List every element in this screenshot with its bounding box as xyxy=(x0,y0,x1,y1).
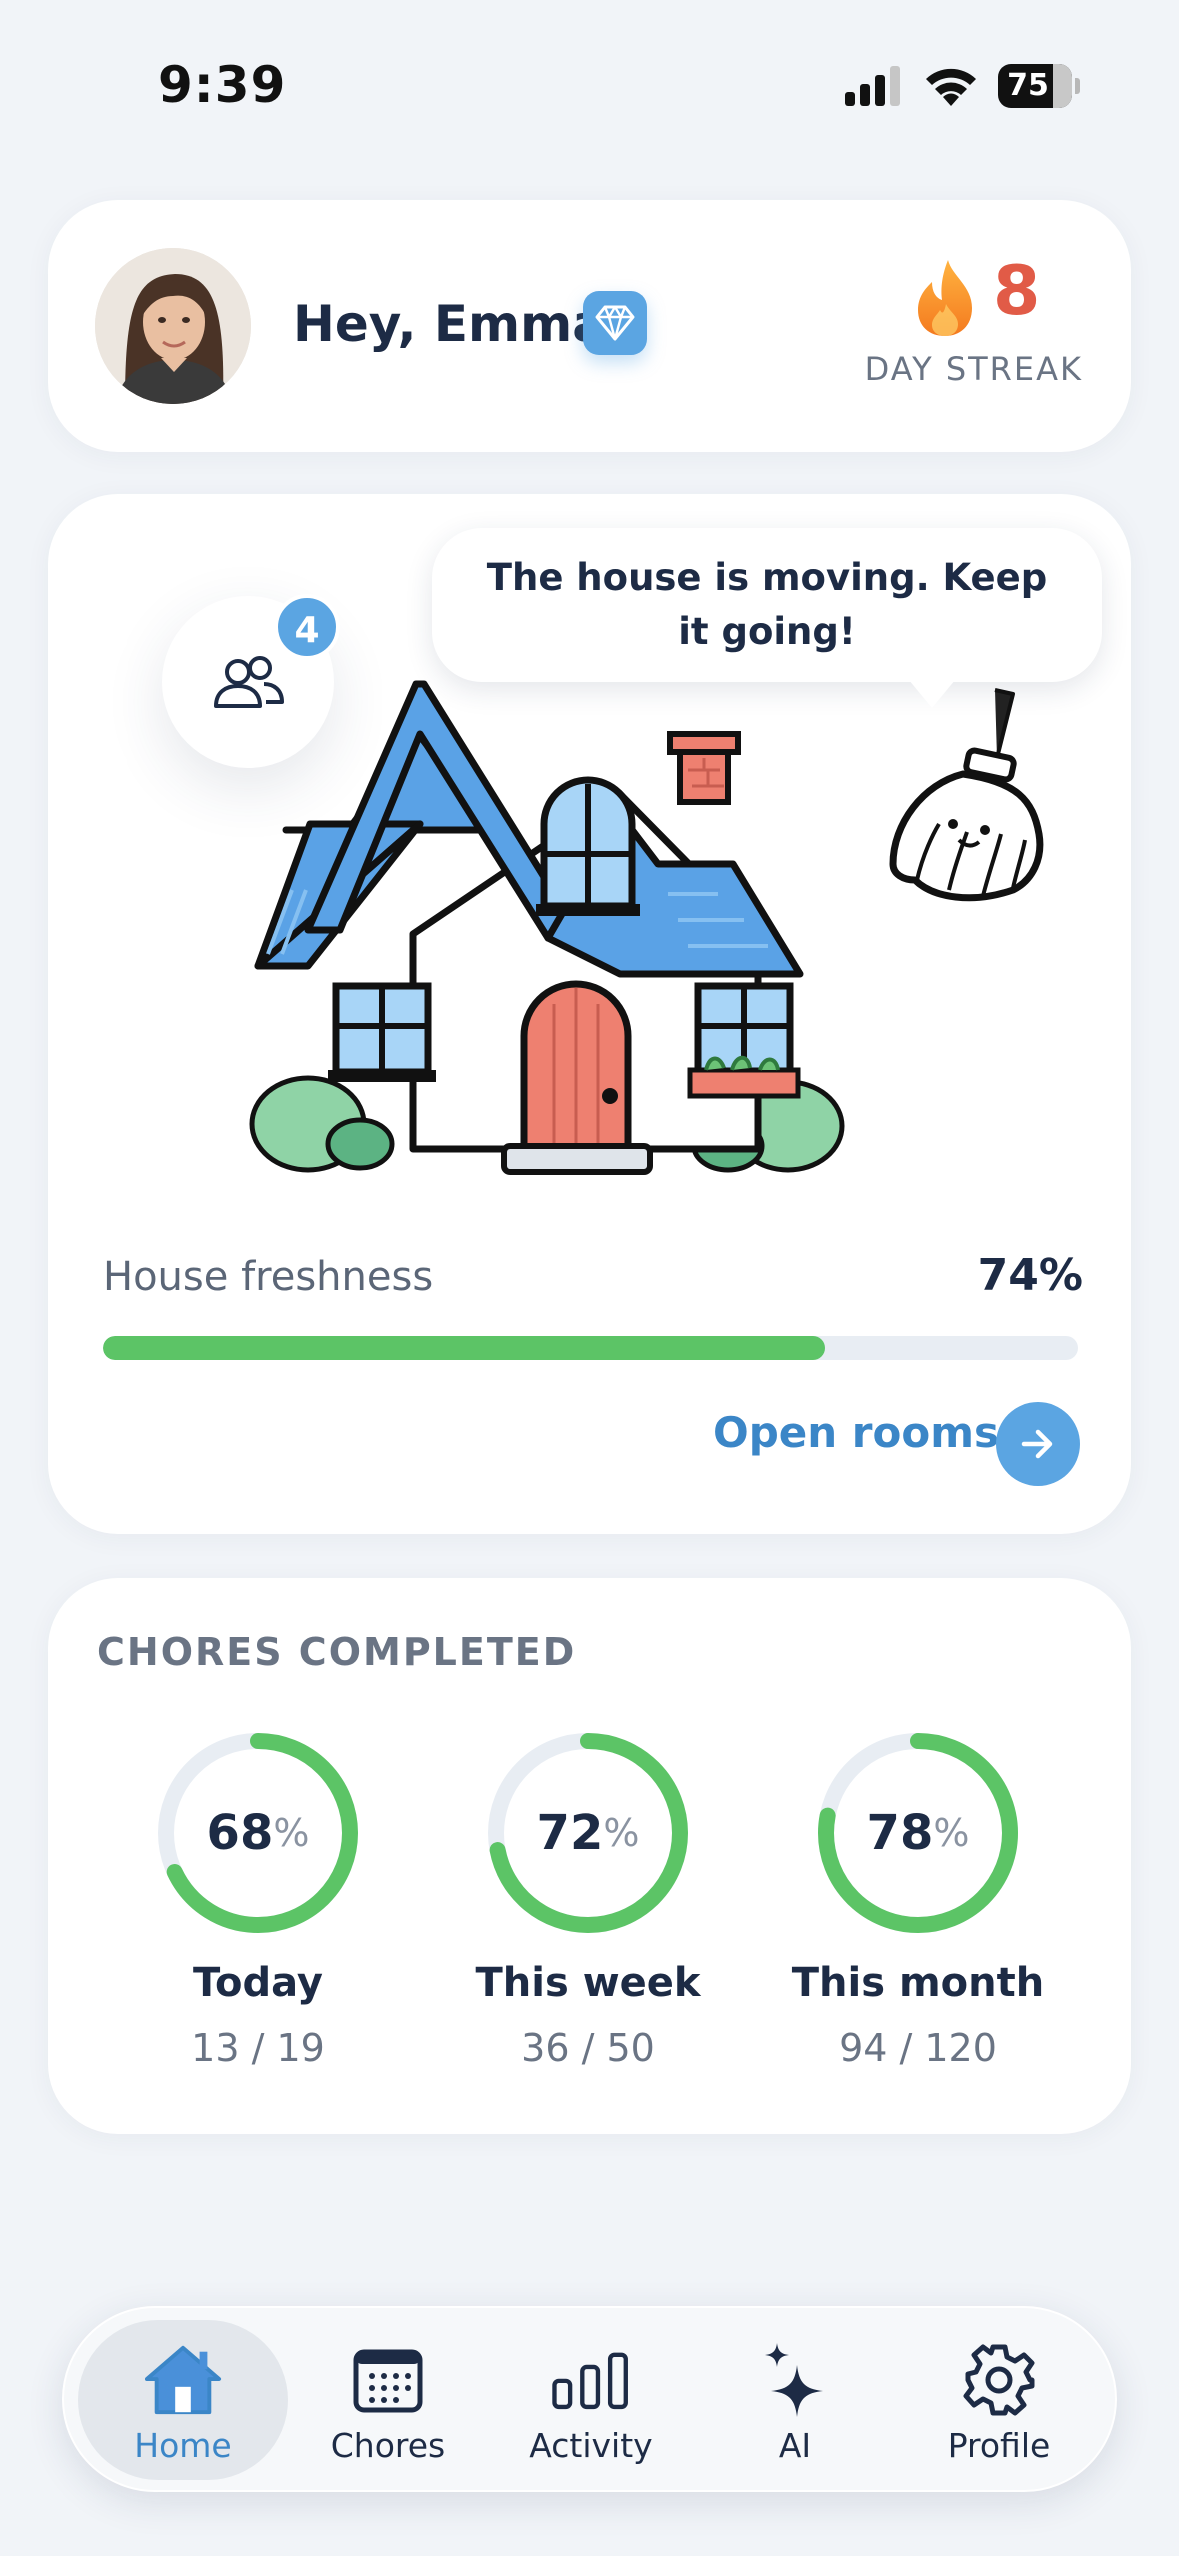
greeting: Hey, Emma xyxy=(293,295,606,353)
avatar[interactable] xyxy=(95,248,251,404)
chores-today[interactable]: 68% Today 13 / 19 xyxy=(108,1728,408,2070)
sparkle-icon xyxy=(765,2343,823,2417)
ring-unit: % xyxy=(603,1811,640,1855)
status-bar: 9:39 75 xyxy=(0,0,1179,170)
ring-unit: % xyxy=(933,1811,970,1855)
battery-icon: 75 xyxy=(998,64,1080,108)
house-card: 4 The house is moving. Keep it going! Ho… xyxy=(48,494,1131,1534)
freshness-label: House freshness xyxy=(103,1254,434,1300)
ring-count: 13 / 19 xyxy=(191,2026,325,2070)
house-illustration xyxy=(249,680,845,1175)
header-card: Hey, Emma 8 DAY STREAK xyxy=(48,200,1131,452)
chores-title: CHORES COMPLETED xyxy=(97,1630,577,1674)
streak-label: DAY STREAK xyxy=(864,350,1083,388)
tab-chores[interactable]: Chores xyxy=(283,2320,493,2480)
cellular-signal-icon xyxy=(845,66,900,106)
flame-icon xyxy=(918,260,972,336)
open-rooms-button[interactable] xyxy=(996,1402,1080,1486)
tab-ai[interactable]: AI xyxy=(690,2320,900,2480)
progress-ring: 78% xyxy=(813,1728,1023,1938)
ring-count: 36 / 50 xyxy=(521,2026,655,2070)
ring-unit: % xyxy=(273,1811,310,1855)
ring-value: 78 xyxy=(866,1805,934,1861)
tab-label: Home xyxy=(134,2426,232,2465)
progress-ring: 72% xyxy=(483,1728,693,1938)
progress-ring: 68% xyxy=(153,1728,363,1938)
wifi-icon xyxy=(926,68,976,106)
home-icon xyxy=(144,2345,222,2415)
diamond-icon xyxy=(595,305,635,341)
tab-label: Chores xyxy=(330,2426,446,2465)
chores-this-month[interactable]: 78% This month 94 / 120 xyxy=(768,1728,1068,2070)
calendar-icon xyxy=(353,2349,423,2413)
chores-this-week[interactable]: 72% This week 36 / 50 xyxy=(438,1728,738,2070)
ring-label: Today xyxy=(193,1960,323,2006)
tab-home[interactable]: Home xyxy=(78,2320,288,2480)
freshness-progress-fill xyxy=(103,1336,825,1360)
arrow-right-icon xyxy=(1021,1429,1053,1459)
tab-label: Activity xyxy=(529,2426,653,2465)
open-rooms-link[interactable]: Open rooms xyxy=(713,1408,999,1457)
ring-label: This month xyxy=(791,1960,1045,2006)
tab-label: Profile xyxy=(947,2426,1051,2465)
gear-icon xyxy=(963,2344,1035,2416)
tab-bar: Home Chores Activity AI Profile xyxy=(62,2306,1117,2492)
ring-value: 68 xyxy=(206,1805,274,1861)
broom-mascot-icon xyxy=(889,688,1044,902)
battery-level: 75 xyxy=(1007,68,1049,103)
freshness-value: 74% xyxy=(977,1250,1083,1301)
ring-value: 72 xyxy=(536,1805,604,1861)
tab-activity[interactable]: Activity xyxy=(486,2320,696,2480)
status-time: 9:39 xyxy=(158,56,287,114)
freshness-progress-bar xyxy=(103,1336,1078,1360)
speech-bubble: The house is moving. Keep it going! xyxy=(432,528,1102,682)
premium-badge[interactable] xyxy=(583,291,647,355)
chores-card: CHORES COMPLETED 68% Today 13 / 19 72% T… xyxy=(48,1578,1131,2134)
ring-count: 94 / 120 xyxy=(839,2026,997,2070)
tab-label: AI xyxy=(778,2426,812,2465)
ring-label: This week xyxy=(475,1960,701,2006)
bar-chart-icon xyxy=(552,2352,628,2410)
tab-profile[interactable]: Profile xyxy=(894,2320,1104,2480)
streak-count: 8 xyxy=(993,252,1041,331)
household-count-badge: 4 xyxy=(274,594,340,660)
